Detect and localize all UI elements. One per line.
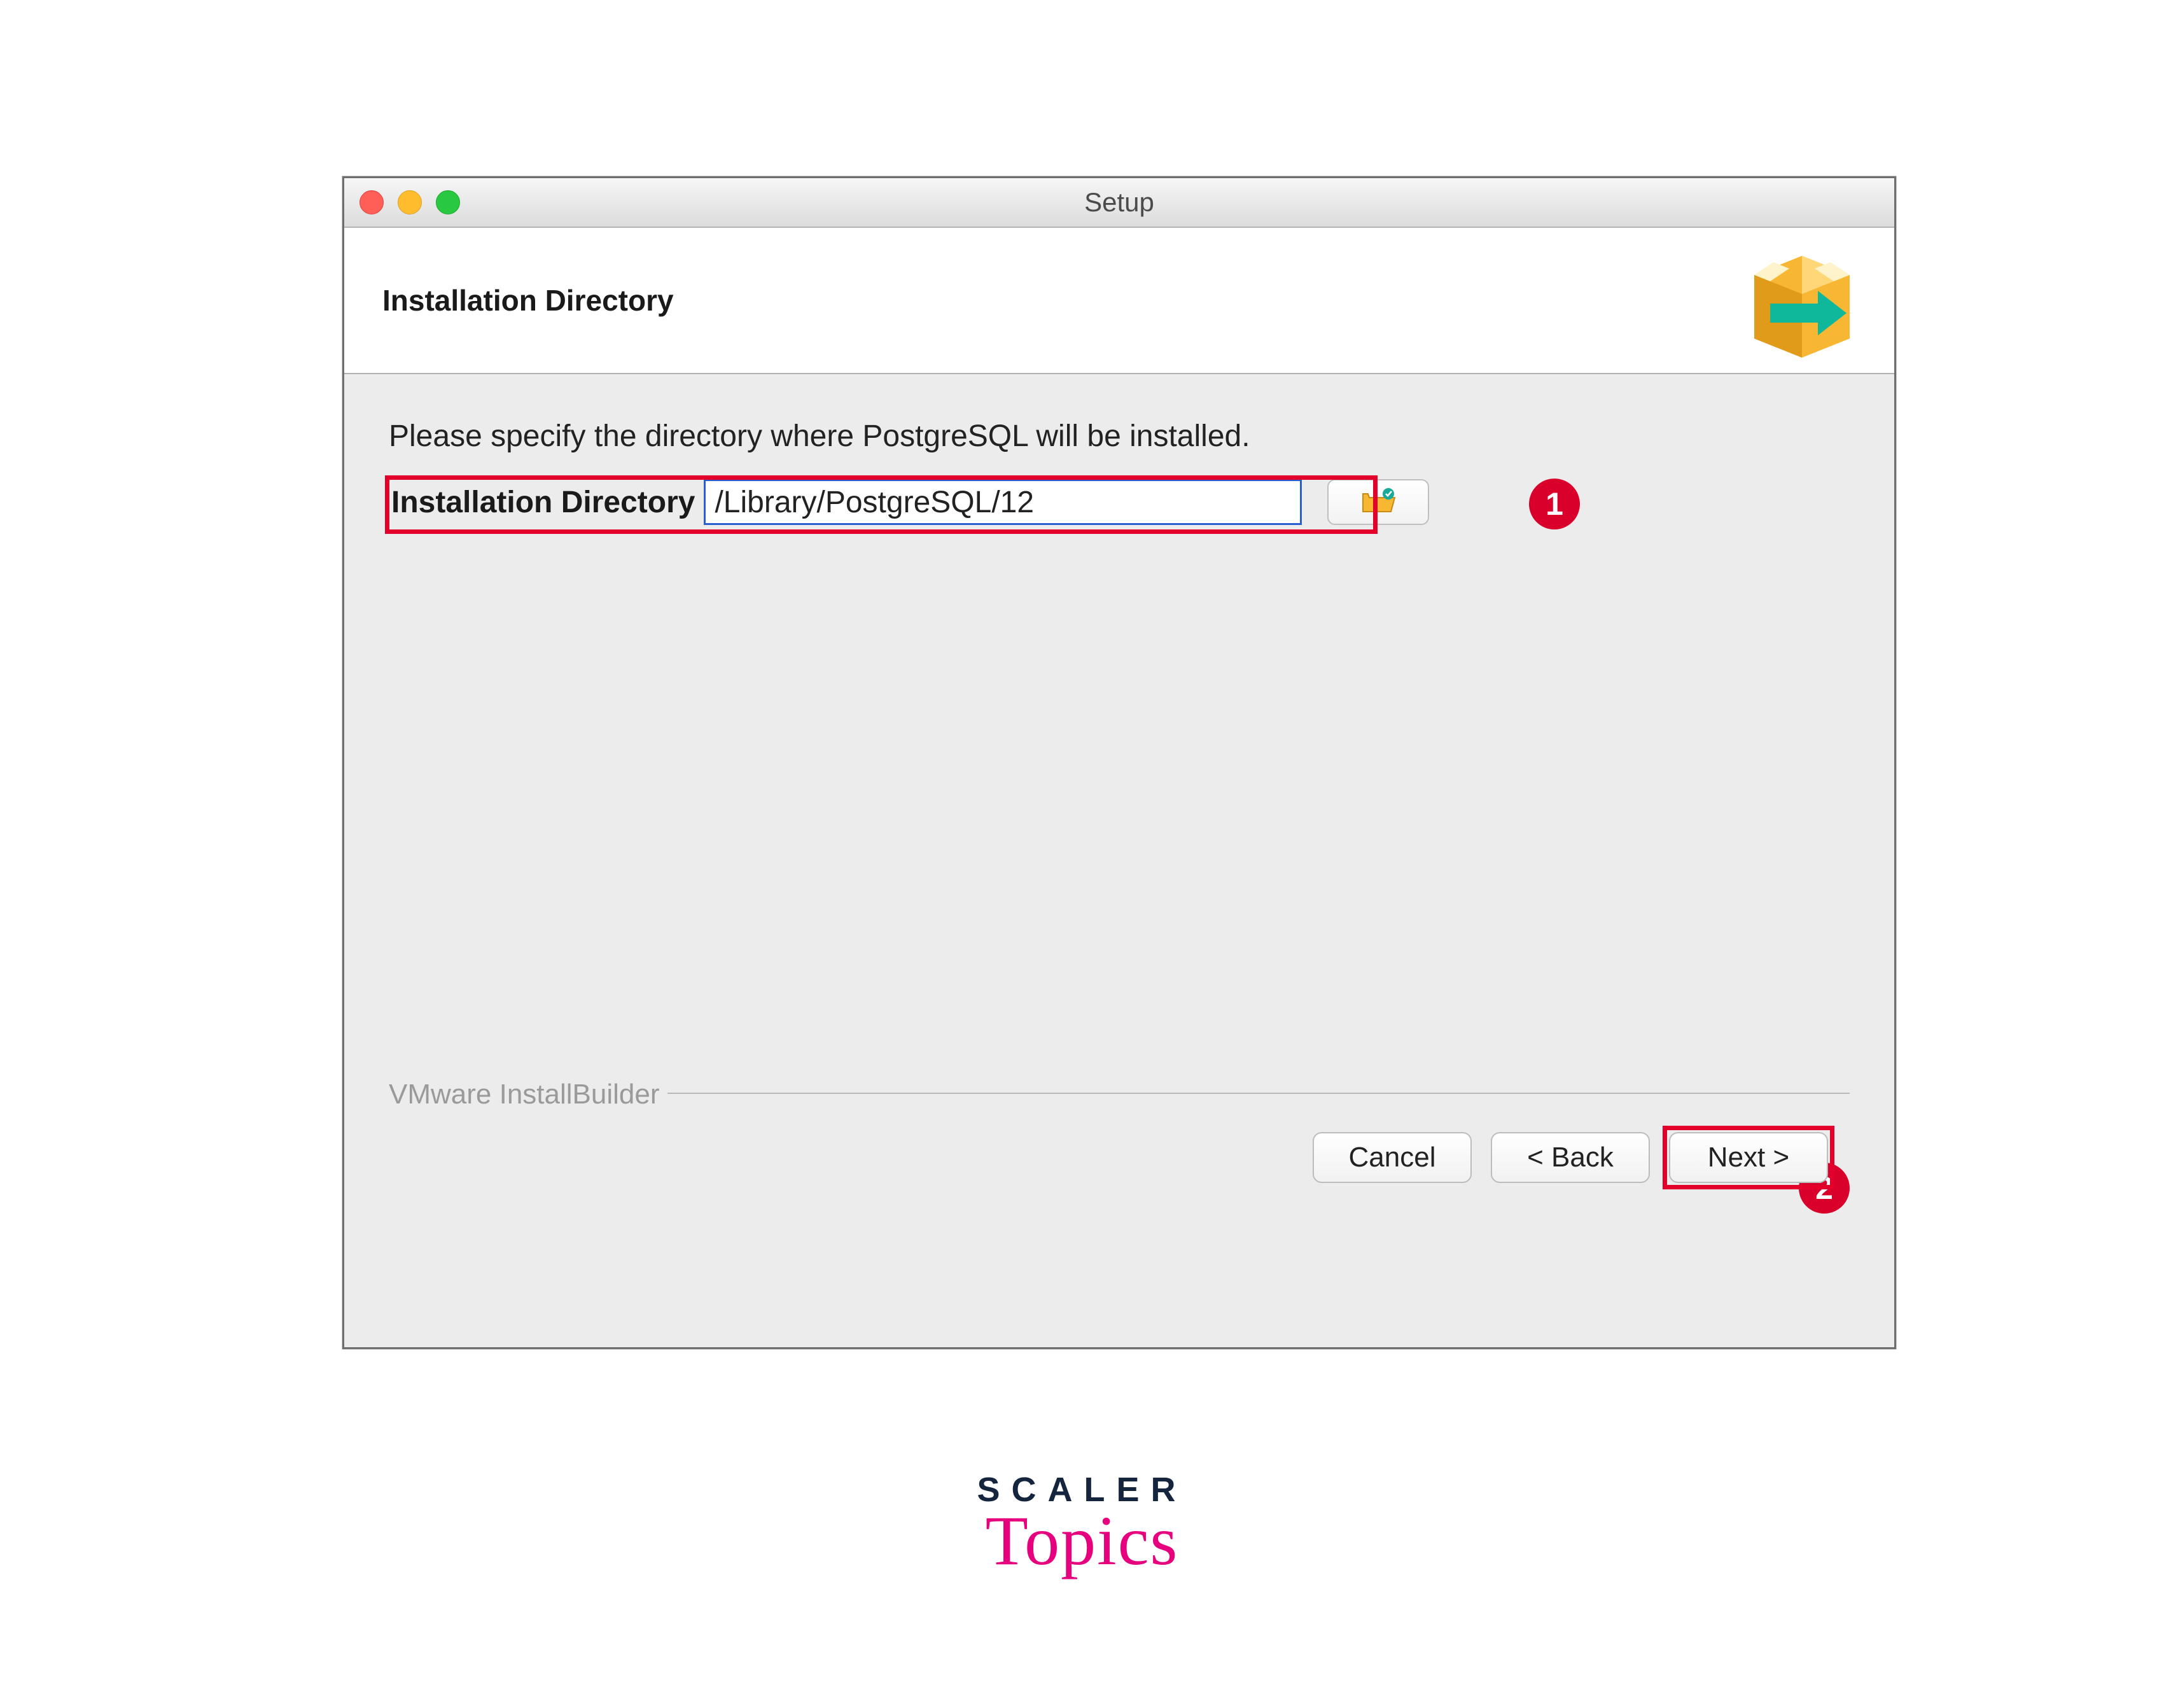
prompt-text: Please specify the directory where Postg… bbox=[389, 419, 1850, 454]
wizard-content: Please specify the directory where Postg… bbox=[344, 374, 1894, 1347]
installer-vendor-label: VMware InstallBuilder bbox=[389, 1079, 667, 1110]
installation-directory-row: Installation Directory bbox=[389, 479, 1850, 525]
browse-button[interactable] bbox=[1327, 479, 1429, 525]
window-title: Setup bbox=[344, 187, 1894, 218]
maximize-window-button[interactable] bbox=[436, 190, 460, 214]
setup-window: Setup Installation Directory Please spec… bbox=[342, 176, 1896, 1349]
titlebar: Setup bbox=[344, 178, 1894, 228]
cancel-button[interactable]: Cancel bbox=[1313, 1132, 1472, 1183]
package-icon bbox=[1735, 243, 1869, 358]
page-title: Installation Directory bbox=[382, 283, 674, 318]
minimize-window-button[interactable] bbox=[398, 190, 422, 214]
next-button[interactable]: Next > bbox=[1669, 1132, 1828, 1183]
installation-directory-input[interactable] bbox=[704, 479, 1302, 525]
watermark-line2: Topics bbox=[977, 1501, 1187, 1581]
back-button[interactable]: < Back bbox=[1491, 1132, 1650, 1183]
close-window-button[interactable] bbox=[360, 190, 384, 214]
installation-directory-label: Installation Directory bbox=[389, 480, 704, 525]
watermark: SCALER Topics bbox=[977, 1470, 1187, 1581]
folder-open-icon bbox=[1360, 487, 1396, 517]
window-controls bbox=[360, 190, 460, 214]
callout-badge-1: 1 bbox=[1529, 479, 1580, 529]
wizard-header: Installation Directory bbox=[344, 228, 1894, 374]
wizard-buttons: Cancel < Back Next > bbox=[389, 1110, 1850, 1208]
footer-frame: VMware InstallBuilder Cancel < Back Next… bbox=[389, 1079, 1850, 1208]
